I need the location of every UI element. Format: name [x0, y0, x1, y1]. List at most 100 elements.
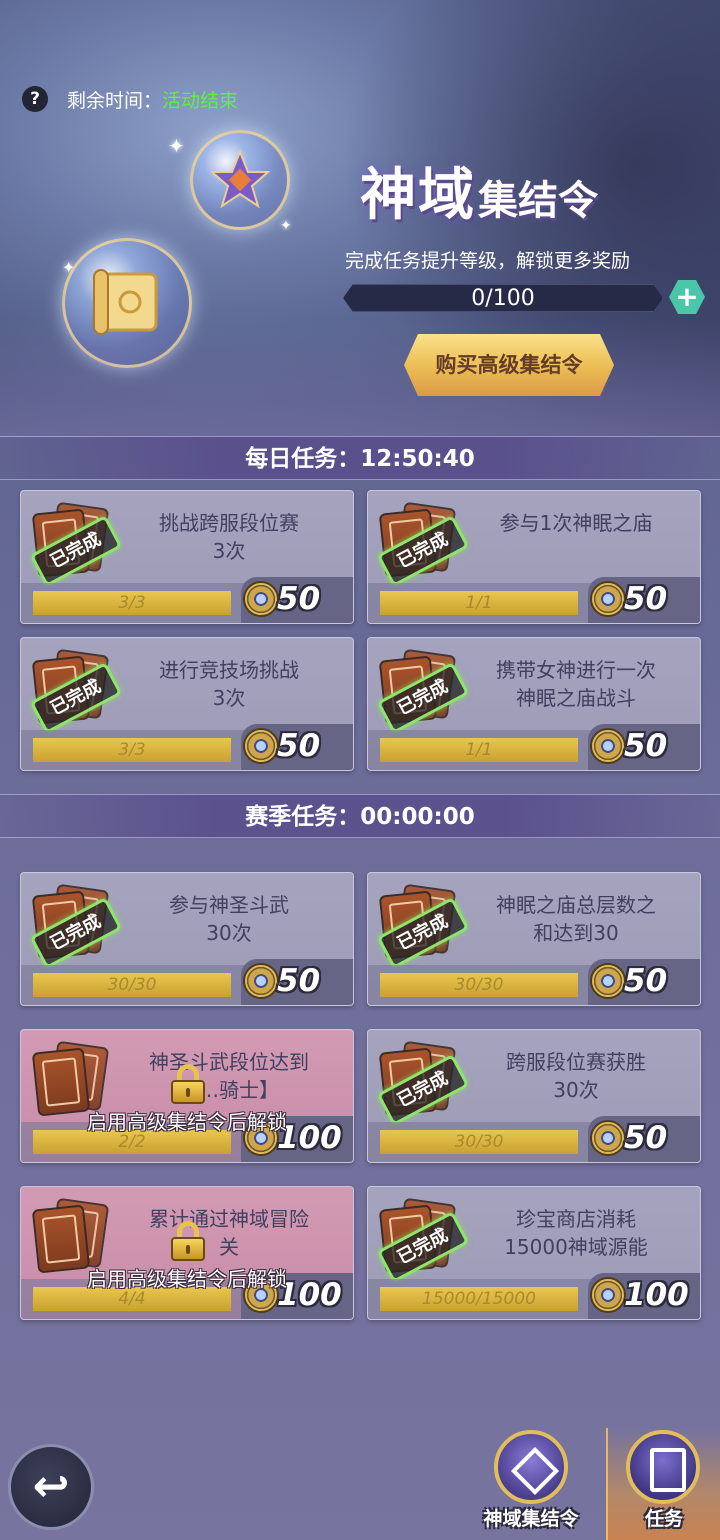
task-reward: 50 — [588, 959, 700, 1005]
remaining-time: 剩余时间：活动结束 — [67, 86, 238, 113]
locked-overlay: 启用高级集结令后解锁 — [21, 1187, 353, 1319]
nav-pass-label: 神域集结令 — [483, 1508, 579, 1530]
exp-coin-icon — [590, 1120, 626, 1156]
task-progress-text: 30/30 — [454, 1132, 504, 1152]
locked-message: 启用高级集结令后解锁 — [87, 1267, 287, 1291]
task-reward: 50 — [241, 577, 353, 623]
task-description: 携带女神进行一次 神眠之庙战斗 — [496, 658, 656, 710]
exp-coin-icon — [590, 1277, 626, 1313]
task-card-icon: 已完成 — [376, 501, 470, 588]
task-reward-amount: 50 — [624, 963, 668, 999]
task-card[interactable]: 已完成 参与1次神眠之庙 1/1 50 — [367, 490, 701, 624]
task-reward-amount: 50 — [624, 728, 668, 764]
task-list-icon — [626, 1430, 700, 1504]
task-reward: 50 — [588, 724, 700, 770]
sparkle-icon: ✦ — [280, 218, 292, 234]
task-card-icon: 已完成 — [376, 1040, 470, 1127]
task-reward: 50 — [241, 724, 353, 770]
task-description: 神眠之庙总层数之 和达到30 — [496, 893, 656, 945]
task-description: 进行竞技场挑战 3次 — [159, 658, 299, 710]
exp-coin-icon — [243, 728, 279, 764]
task-card-icon: 已完成 — [376, 1197, 470, 1284]
exp-coin-icon — [243, 963, 279, 999]
scroll-icon — [93, 269, 158, 335]
daily-tasks-timer: 12:50:40 — [360, 446, 475, 472]
locked-message: 启用高级集结令后解锁 — [87, 1110, 287, 1134]
nav-pass-button[interactable]: 神域集结令 — [476, 1428, 586, 1540]
task-card-icon: 已完成 — [29, 883, 123, 970]
task-card[interactable]: 累计通过神域冒险 关 4/4 100 启用高级集结令后解锁 — [20, 1186, 354, 1320]
task-card[interactable]: 已完成 进行竞技场挑战 3次 3/3 50 — [20, 637, 354, 771]
task-progress-bar: 15000/15000 — [380, 1287, 578, 1311]
task-description: 跨服段位赛获胜 30次 — [506, 1050, 646, 1102]
exp-coin-icon — [243, 581, 279, 617]
task-progress-bar: 1/1 — [380, 738, 578, 762]
task-reward-amount: 50 — [624, 581, 668, 617]
task-progress-text: 30/30 — [107, 975, 157, 995]
daily-tasks-title: 每日任务： — [245, 446, 361, 472]
task-card[interactable]: 已完成 神眠之庙总层数之 和达到30 30/30 50 — [367, 872, 701, 1006]
level-progress-text: 0/100 — [471, 286, 535, 311]
season-tasks-timer: 00:00:00 — [360, 804, 475, 830]
task-reward: 50 — [588, 1116, 700, 1162]
task-reward: 100 — [588, 1273, 700, 1319]
nav-task-label: 任务 — [644, 1508, 683, 1530]
back-button[interactable]: ↩ — [8, 1444, 94, 1530]
task-reward-amount: 50 — [277, 728, 321, 764]
task-progress-bar: 30/30 — [380, 973, 578, 997]
task-reward-amount: 50 — [277, 581, 321, 617]
task-description: 珍宝商店消耗 15000神域源能 — [504, 1207, 648, 1259]
page-subtitle: 完成任务提升等级，解锁更多奖励 — [345, 250, 631, 272]
padlock-icon — [171, 1221, 205, 1261]
task-progress-bar: 3/3 — [33, 591, 231, 615]
add-level-button[interactable]: + — [669, 280, 705, 314]
level-progress-bar: 0/100 — [343, 284, 663, 312]
task-progress-bar: 30/30 — [380, 1130, 578, 1154]
game-screen: ? 剩余时间：活动结束 ✦ ✦ ✦ 神域集结令 完成任务提升等级，解锁更多奖励 … — [0, 0, 720, 1540]
event-header: ? 剩余时间：活动结束 ✦ ✦ ✦ 神域集结令 完成任务提升等级，解锁更多奖励 … — [0, 0, 720, 438]
task-reward-amount: 50 — [624, 1120, 668, 1156]
season-tasks-title: 赛季任务： — [245, 804, 361, 830]
task-progress-bar: 1/1 — [380, 591, 578, 615]
task-reward-amount: 50 — [277, 963, 321, 999]
exp-coin-icon — [590, 728, 626, 764]
sparkle-icon: ✦ — [168, 134, 185, 158]
task-progress-text: 3/3 — [118, 740, 146, 760]
task-card[interactable]: 已完成 珍宝商店消耗 15000神域源能 15000/15000 100 — [367, 1186, 701, 1320]
task-progress-text: 15000/15000 — [422, 1289, 536, 1309]
help-icon[interactable]: ? — [22, 86, 48, 112]
padlock-icon — [171, 1064, 205, 1104]
task-progress-text: 3/3 — [118, 593, 146, 613]
remaining-time-label: 剩余时间： — [67, 90, 163, 112]
task-card-icon: 已完成 — [376, 648, 470, 735]
task-progress-text: 1/1 — [465, 740, 493, 760]
back-arrow-icon: ↩ — [32, 1461, 70, 1512]
task-card[interactable]: 已完成 参与神圣斗武 30次 30/30 50 — [20, 872, 354, 1006]
task-card-icon: 已完成 — [376, 883, 470, 970]
page-title-main: 神域 — [360, 162, 476, 228]
task-progress-text: 1/1 — [465, 593, 493, 613]
page-title-sub: 集结令 — [478, 178, 598, 224]
season-tasks-banner: 赛季任务：00:00:00 — [0, 794, 720, 838]
task-progress-text: 30/30 — [454, 975, 504, 995]
locked-overlay: 启用高级集结令后解锁 — [21, 1030, 353, 1162]
task-progress-bar: 3/3 — [33, 738, 231, 762]
task-description: 参与1次神眠之庙 — [499, 511, 653, 535]
exp-coin-icon — [590, 963, 626, 999]
task-card[interactable]: 已完成 跨服段位赛获胜 30次 30/30 50 — [367, 1029, 701, 1163]
page-title: 神域集结令 — [360, 150, 598, 230]
task-card[interactable]: 已完成 挑战跨服段位赛 3次 3/3 50 — [20, 490, 354, 624]
task-card[interactable]: 已完成 携带女神进行一次 神眠之庙战斗 1/1 50 — [367, 637, 701, 771]
daily-tasks-banner: 每日任务：12:50:40 — [0, 436, 720, 480]
task-description: 挑战跨服段位赛 3次 — [159, 511, 299, 563]
star-emblem-icon — [210, 150, 270, 209]
buy-premium-pass-button[interactable]: 购买高级集结令 — [404, 334, 614, 396]
task-reward: 50 — [588, 577, 700, 623]
task-reward-amount: 100 — [624, 1277, 689, 1313]
pass-emblem-icon — [494, 1430, 568, 1504]
nav-task-button[interactable]: 任务 — [606, 1428, 720, 1540]
task-card-icon: 已完成 — [29, 648, 123, 735]
task-card[interactable]: 神圣斗武段位达到 【…骑士】 2/2 100 启用高级集结令后解锁 — [20, 1029, 354, 1163]
task-reward: 50 — [241, 959, 353, 1005]
exp-coin-icon — [590, 581, 626, 617]
